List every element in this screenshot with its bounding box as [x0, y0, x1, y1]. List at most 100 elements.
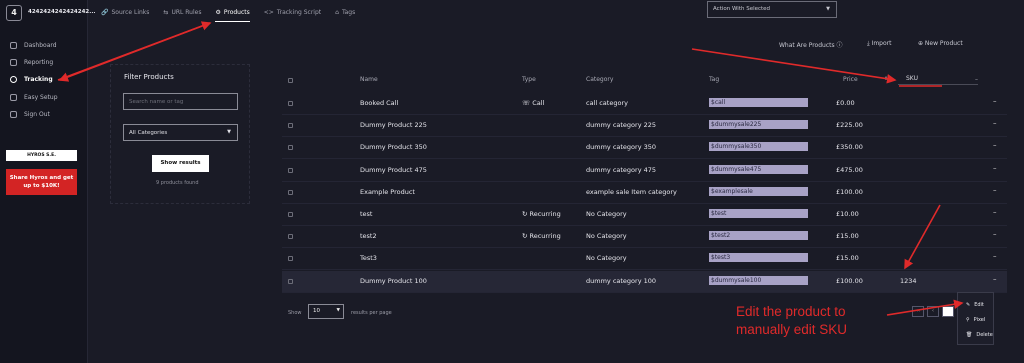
row-checkbox[interactable]	[288, 234, 293, 240]
trash-icon: 🗑	[966, 332, 973, 338]
table-row[interactable]: Dummy Product 350 dummy category 350 $dumm…	[282, 137, 1007, 160]
sidebar-item-easy-setup[interactable]: Easy Setup	[10, 94, 58, 101]
row-menu-button[interactable]: –	[993, 252, 997, 260]
table-row[interactable]: Test3 No Category $test3 £15.00 –	[282, 248, 1007, 271]
product-name: Dummy Product 350	[360, 143, 427, 152]
product-price: £10.00	[836, 210, 859, 218]
product-name: Dummy Product 225	[360, 121, 427, 130]
product-category: dummy category 100	[586, 276, 657, 285]
product-tag: $dummysale475	[709, 164, 808, 174]
header-tag[interactable]: Tag	[709, 76, 719, 83]
table-row[interactable]: test2 ↻ Recurring No Category $test2 £15.00 –	[282, 226, 1007, 249]
menu-item-edit[interactable]: ✎ Edit	[966, 302, 984, 308]
product-price: £15.00	[836, 254, 859, 263]
product-name: Test3	[360, 254, 377, 263]
row-checkbox[interactable]	[288, 123, 293, 129]
tag-icon: ⌂	[335, 9, 339, 16]
per-page-select[interactable]: 10 ▼	[308, 304, 344, 319]
per-page-label: results per page	[351, 310, 392, 316]
pagination-current-page[interactable]	[942, 306, 954, 317]
product-price: £0.00	[836, 99, 855, 107]
product-category: dummy category 475	[586, 165, 657, 174]
select-all-checkbox[interactable]	[288, 78, 293, 83]
product-price: £100.00	[836, 187, 863, 196]
pencil-icon: ✎	[966, 302, 971, 308]
action-with-selected-dropdown[interactable]: Action With Selected ▼	[707, 1, 837, 18]
product-name: Dummy Product 100	[360, 276, 427, 285]
row-context-menu: ✎ Edit ⚲ Pixel 🗑 Delete	[957, 292, 994, 345]
show-label: Show	[288, 310, 302, 316]
row-menu-button[interactable]: –	[993, 97, 997, 105]
grid-icon	[10, 42, 17, 49]
row-menu-button[interactable]: –	[993, 119, 997, 127]
row-checkbox[interactable]	[288, 212, 293, 217]
row-menu-button[interactable]: –	[993, 208, 997, 216]
menu-item-delete[interactable]: 🗑 Delete	[966, 332, 993, 338]
gear-icon	[10, 94, 17, 101]
header-sku[interactable]: SKU	[898, 73, 978, 85]
header-type[interactable]: Type	[522, 76, 536, 83]
sidebar-item-dashboard[interactable]: Dashboard	[10, 42, 57, 49]
tab-tracking-script[interactable]: <> Tracking Script	[264, 9, 321, 22]
new-product-button[interactable]: ⊕ New Product	[918, 40, 963, 47]
sidebar: 4 4242424242424242... Dashboard Reportin…	[0, 0, 96, 363]
row-checkbox[interactable]	[288, 167, 293, 173]
table-row[interactable]: Dummy Product 225 dummy category 225 $dumm…	[282, 115, 1007, 138]
account-name[interactable]: 4242424242424242...	[28, 9, 96, 15]
what-are-products-link[interactable]: What Are Products ⓘ	[779, 40, 843, 49]
gear-icon: ⚙	[215, 9, 221, 16]
product-type: ☏ Call	[522, 99, 545, 107]
target-icon	[10, 76, 17, 83]
product-sku: 1234	[900, 276, 917, 285]
arrows-icon: ⇆	[163, 9, 169, 16]
product-tag: $test	[709, 209, 808, 218]
menu-item-pixel[interactable]: ⚲ Pixel	[966, 317, 985, 323]
tab-url-rules[interactable]: ⇆ URL Rules	[163, 9, 201, 22]
row-checkbox[interactable]	[288, 256, 293, 262]
header-price[interactable]: Price	[843, 76, 858, 83]
product-tag: $examplesale	[709, 186, 808, 196]
sidebar-item-reporting[interactable]: Reporting	[10, 59, 53, 66]
row-menu-button[interactable]: –	[993, 141, 997, 149]
search-input[interactable]	[123, 93, 238, 110]
row-menu-button[interactable]: –	[993, 230, 997, 238]
share-hyros-button[interactable]: Share Hyros and get up to $10K!	[6, 169, 77, 195]
product-name: Example Product	[360, 187, 415, 196]
category-select[interactable]: All Categories ▼	[123, 124, 238, 141]
pagination-prev[interactable]: ‹‹	[912, 306, 924, 317]
product-name: Dummy Product 475	[360, 165, 427, 174]
row-menu-button[interactable]: –	[993, 186, 997, 194]
table-row[interactable]: Dummy Product 475 dummy category 475 $dumm…	[282, 160, 1007, 182]
tab-source-links[interactable]: 🔗 Source Links	[101, 9, 149, 22]
sidebar-item-sign-out[interactable]: Sign Out	[10, 111, 50, 118]
tab-tags[interactable]: ⌂ Tags	[335, 9, 355, 22]
sidebar-item-tracking[interactable]: Tracking	[10, 76, 53, 83]
header-name[interactable]: Name	[360, 76, 378, 83]
table-row[interactable]: Booked Call ☏ Call call category $call £0.00…	[282, 93, 1007, 115]
product-tag: $dummysale100	[709, 275, 808, 285]
pagination-prev-page[interactable]: ‹	[927, 306, 939, 317]
row-menu-button[interactable]: –	[993, 275, 997, 283]
header-sku-menu[interactable]: –	[975, 76, 978, 83]
product-name: test2	[360, 232, 377, 241]
row-menu-button[interactable]: –	[993, 164, 997, 172]
sort-icon[interactable]: ⇕	[884, 76, 888, 82]
row-checkbox[interactable]	[288, 101, 293, 106]
tab-bar: 🔗 Source Links ⇆ URL Rules ⚙ Products <> Tra…	[101, 9, 369, 22]
table-row[interactable]: test ↻ Recurring No Category $test £10.00 –	[282, 204, 1007, 226]
product-type: ↻ Recurring	[522, 210, 561, 218]
hyros-badge[interactable]: HYROS S.E.	[6, 150, 77, 161]
header-category[interactable]: Category	[586, 76, 613, 83]
tab-products[interactable]: ⚙ Products	[215, 9, 250, 22]
import-button[interactable]: ⤓ Import	[867, 40, 891, 48]
row-checkbox[interactable]	[288, 278, 293, 284]
table-row[interactable]: Dummy Product 100 dummy category 100 $dumm…	[282, 270, 1007, 293]
link-icon: 🔗	[101, 9, 109, 16]
row-checkbox[interactable]	[288, 145, 293, 151]
product-category: dummy category 350	[586, 143, 657, 152]
account-logo[interactable]: 4	[6, 5, 22, 21]
row-checkbox[interactable]	[288, 189, 293, 195]
table-row[interactable]: Example Product example sale Item categor…	[282, 182, 1007, 204]
product-category: No Category	[586, 232, 627, 241]
show-results-button[interactable]: Show results	[152, 155, 209, 172]
